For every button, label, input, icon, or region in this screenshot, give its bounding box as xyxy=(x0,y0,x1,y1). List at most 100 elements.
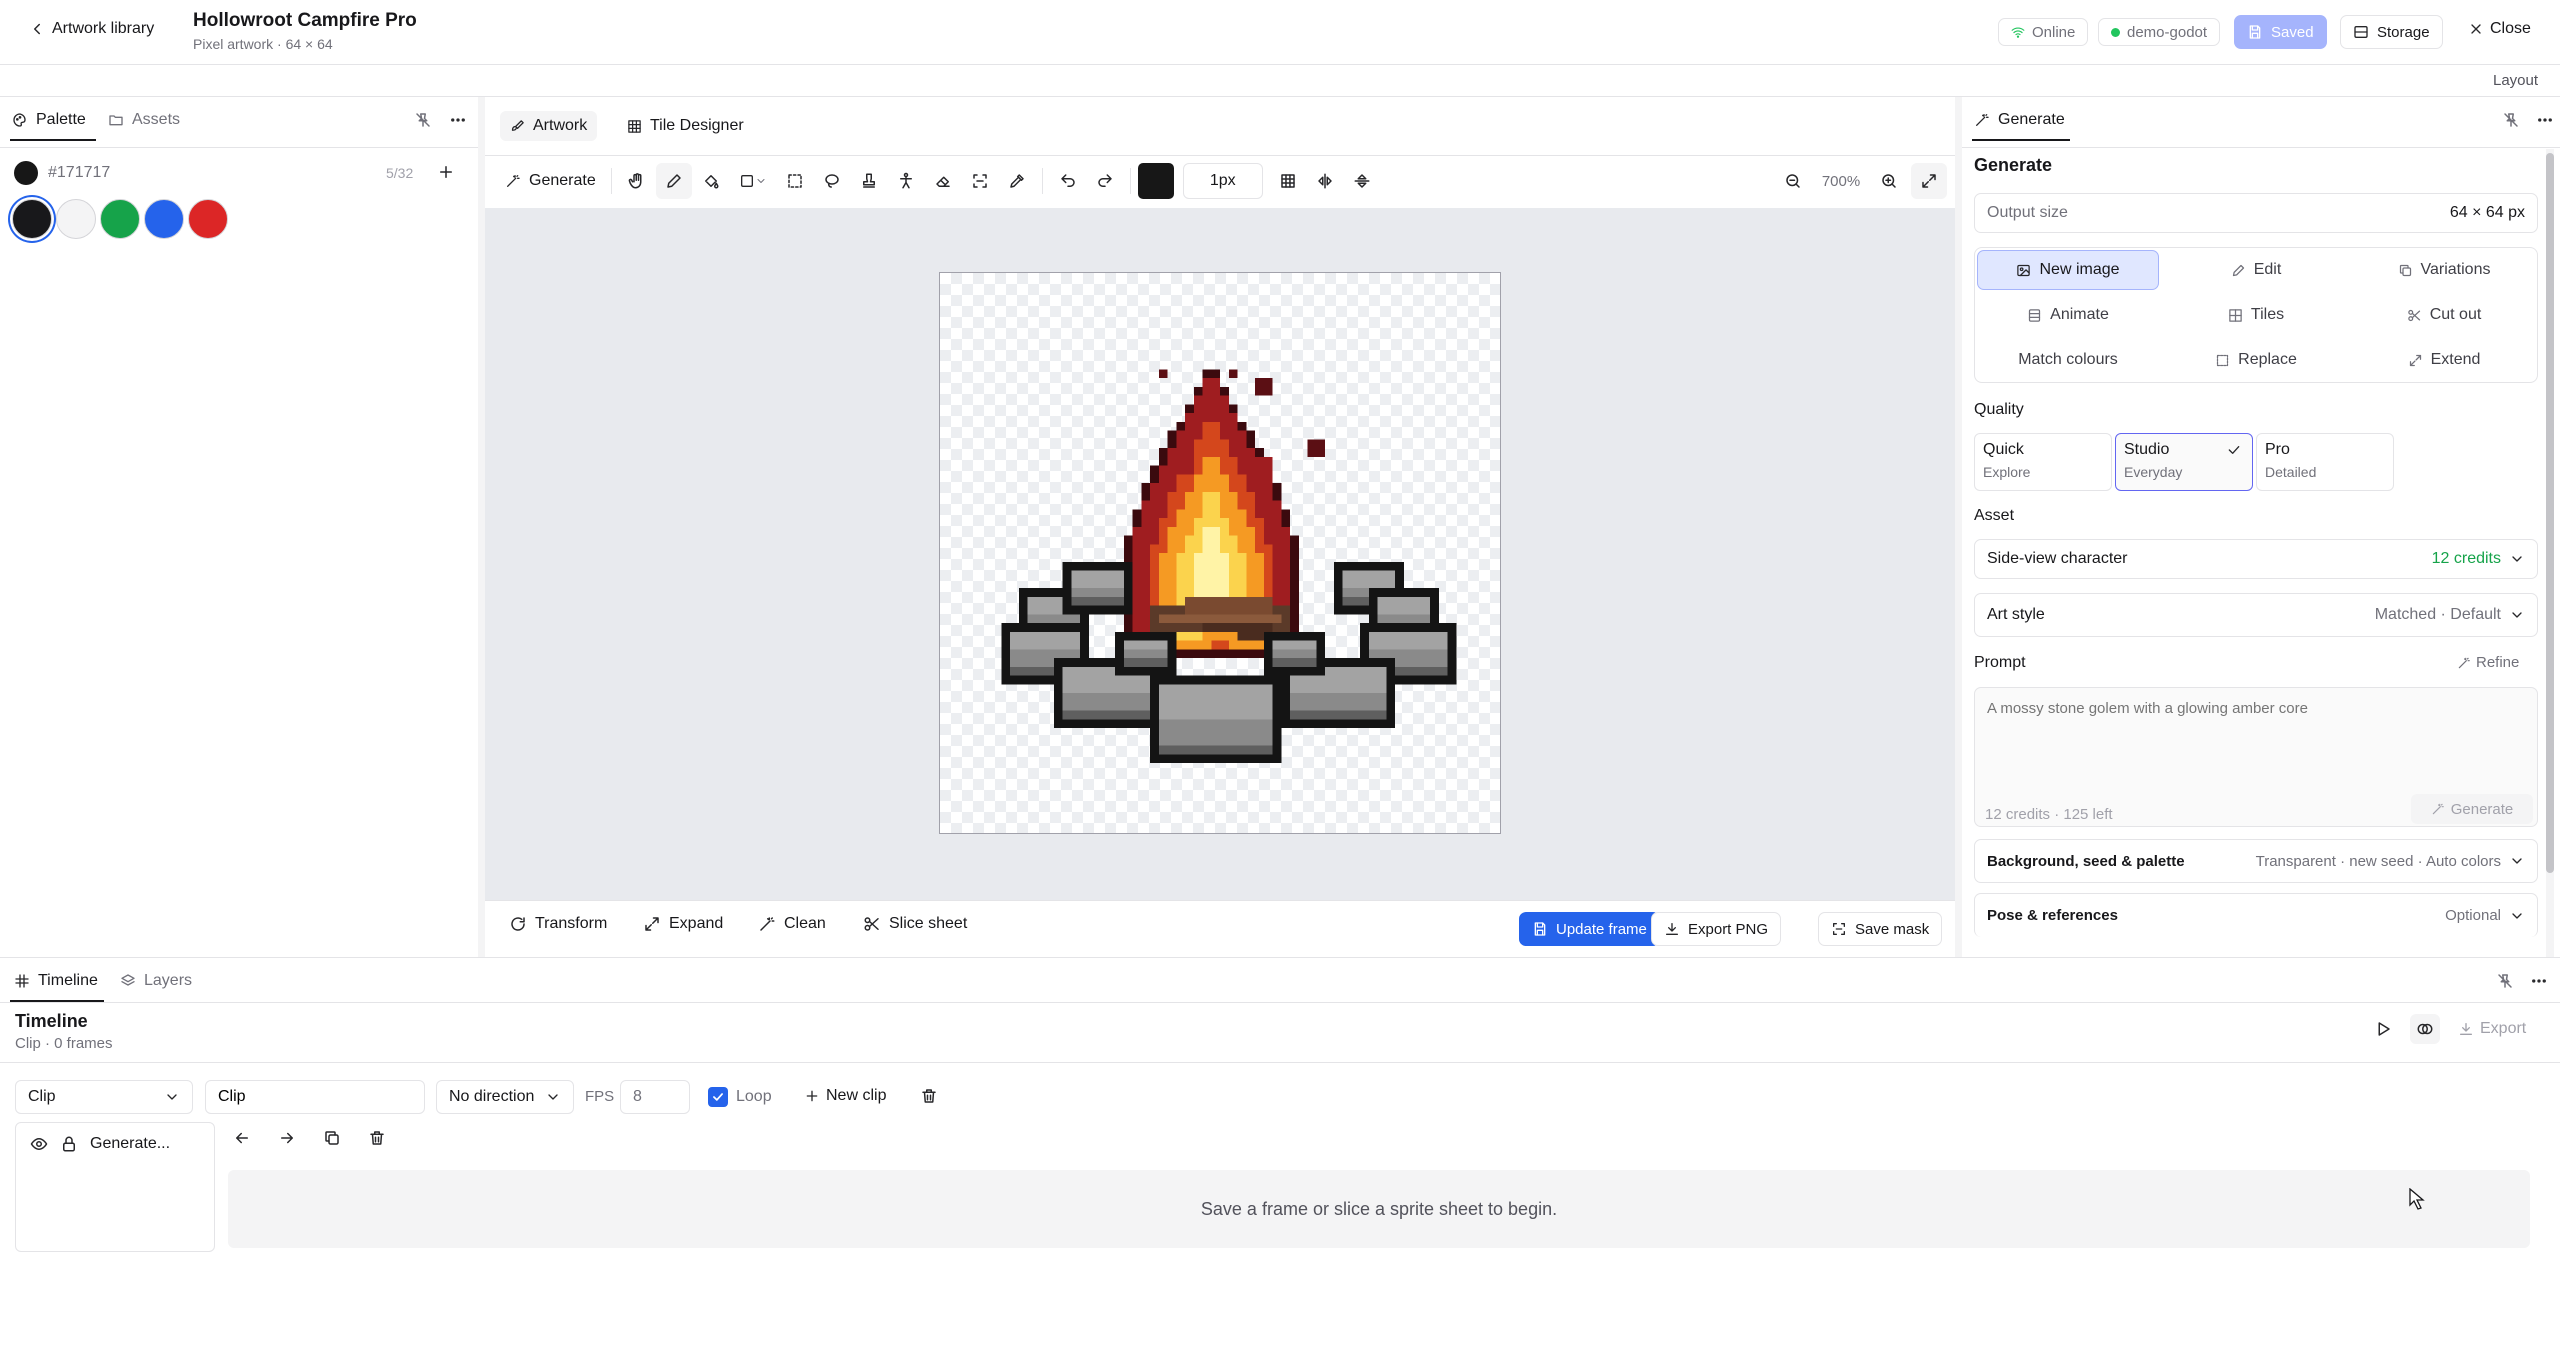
arrow-right-icon[interactable] xyxy=(278,1129,296,1147)
zoom-in-button[interactable] xyxy=(1871,163,1907,199)
eye-icon[interactable] xyxy=(30,1135,48,1153)
transform-button[interactable]: Transform xyxy=(509,915,607,933)
clip-select[interactable]: Clip xyxy=(15,1080,193,1114)
export-png-button[interactable]: Export PNG xyxy=(1651,912,1782,946)
tab-layers[interactable]: Layers xyxy=(120,972,192,990)
panel-scrollbar[interactable] xyxy=(2546,149,2554,957)
quality-pro[interactable]: Pro Detailed xyxy=(2256,433,2394,491)
tab-generate[interactable]: Generate xyxy=(1974,111,2065,129)
eraser-tool[interactable] xyxy=(925,163,961,199)
play-icon[interactable] xyxy=(2374,1020,2392,1038)
swatch-red[interactable] xyxy=(188,199,228,239)
mode-animate[interactable]: Animate xyxy=(1977,295,2159,335)
mode-replace[interactable]: Replace xyxy=(2165,340,2347,380)
splitter-right[interactable] xyxy=(1955,97,1962,957)
mode-extend[interactable]: Extend xyxy=(2353,340,2535,380)
quality-quick[interactable]: Quick Explore xyxy=(1974,433,2112,491)
tab-assets[interactable]: Assets xyxy=(108,111,180,129)
pixel-canvas[interactable] xyxy=(939,272,1501,834)
shape-tool[interactable] xyxy=(730,163,776,199)
artwork-library-link[interactable]: Artwork library xyxy=(28,20,154,38)
pencil-tool[interactable] xyxy=(655,163,692,199)
undo-button[interactable] xyxy=(1050,163,1086,199)
generate-button[interactable]: Generate xyxy=(2411,794,2533,824)
output-size-field[interactable]: Output size 64 × 64 px xyxy=(1974,193,2538,233)
swatch-white[interactable] xyxy=(56,199,96,239)
quality-studio[interactable]: Studio Everyday xyxy=(2115,433,2253,491)
unpin-icon[interactable] xyxy=(414,111,432,129)
tab-artwork[interactable]: Artwork xyxy=(500,111,598,141)
refine-button[interactable]: Refine xyxy=(2457,654,2519,671)
swatch-green[interactable] xyxy=(100,199,140,239)
add-color-icon[interactable] xyxy=(437,163,455,181)
swatch-blue[interactable] xyxy=(144,199,184,239)
asset-select[interactable]: Side-view character 12 credits xyxy=(1974,539,2538,579)
save-mask-button[interactable]: Save mask xyxy=(1818,912,1943,946)
tab-tile-designer[interactable]: Tile Designer xyxy=(627,117,744,135)
generate-tool-button[interactable]: Generate xyxy=(497,163,604,199)
clean-button[interactable]: Clean xyxy=(758,915,826,933)
mirror-vertical-toggle[interactable] xyxy=(1344,163,1380,199)
hand-tool[interactable] xyxy=(619,163,655,199)
loop-checkbox[interactable]: Loop xyxy=(708,1087,772,1107)
fps-input[interactable] xyxy=(620,1080,690,1114)
asset-label: Asset xyxy=(1974,507,2015,524)
background-options[interactable]: Background, seed & palette Transparent ·… xyxy=(1974,839,2538,883)
unpin-icon[interactable] xyxy=(2496,972,2514,990)
duplicate-icon[interactable] xyxy=(323,1129,341,1147)
trash-icon[interactable] xyxy=(368,1129,386,1147)
mode-new-image[interactable]: New image xyxy=(1977,250,2159,290)
arrow-left-icon[interactable] xyxy=(233,1129,251,1147)
prompt-input[interactable] xyxy=(1975,688,2537,786)
art-style-select[interactable]: Art style Matched · Default xyxy=(1974,593,2538,637)
direction-select[interactable]: No direction xyxy=(436,1080,574,1114)
brush-size-field[interactable]: 1px xyxy=(1182,163,1263,199)
mode-variations[interactable]: Variations xyxy=(2353,250,2535,290)
lock-icon[interactable] xyxy=(60,1135,78,1153)
pose-references-options[interactable]: Pose & references Optional xyxy=(1974,893,2538,937)
new-clip-button[interactable]: New clip xyxy=(804,1087,886,1105)
storage-button[interactable]: Storage xyxy=(2340,15,2443,49)
fit-view-button[interactable] xyxy=(1911,163,1947,199)
lasso-tool[interactable] xyxy=(814,163,850,199)
grid-toggle[interactable] xyxy=(1270,163,1306,199)
more-icon[interactable] xyxy=(2530,972,2548,990)
timeline-export-button[interactable]: Export xyxy=(2458,1020,2526,1038)
mirror-horizontal-toggle[interactable] xyxy=(1307,163,1343,199)
mode-cut-out[interactable]: Cut out xyxy=(2353,295,2535,335)
saved-button[interactable]: Saved xyxy=(2234,15,2327,49)
layout-menu[interactable]: Layout xyxy=(2493,72,2538,89)
onion-skin-icon xyxy=(2417,1023,2433,1035)
crop-tool[interactable] xyxy=(962,163,998,199)
mode-match-colours[interactable]: Match colours xyxy=(1977,340,2159,380)
splitter-left[interactable] xyxy=(478,97,485,957)
close-button[interactable]: Close xyxy=(2468,20,2531,38)
swatch-black[interactable] xyxy=(12,199,52,239)
onion-skin-toggle[interactable] xyxy=(2410,1014,2440,1044)
more-icon[interactable] xyxy=(449,111,467,129)
pencil-icon xyxy=(666,174,681,188)
select-tool[interactable] xyxy=(777,163,813,199)
expand-button[interactable]: Expand xyxy=(643,915,723,933)
stamp-tool[interactable] xyxy=(851,163,887,199)
mode-edit[interactable]: Edit xyxy=(2165,250,2347,290)
layer-row[interactable]: Generate... xyxy=(30,1135,170,1153)
more-icon[interactable] xyxy=(2536,111,2554,129)
active-color-swatch[interactable] xyxy=(1137,163,1174,199)
mode-tiles[interactable]: Tiles xyxy=(2165,295,2347,335)
figure-icon xyxy=(899,172,912,189)
tab-timeline[interactable]: Timeline xyxy=(14,972,98,990)
trash-icon[interactable] xyxy=(920,1087,938,1105)
redo-button[interactable] xyxy=(1087,163,1123,199)
unpin-icon[interactable] xyxy=(2502,111,2520,129)
update-frame-button[interactable]: Update frame xyxy=(1519,912,1660,946)
current-color[interactable]: #171717 xyxy=(14,161,110,185)
slice-sheet-button[interactable]: Slice sheet xyxy=(863,915,967,933)
eyedropper-tool[interactable] xyxy=(999,163,1035,199)
tab-palette[interactable]: Palette xyxy=(12,111,86,129)
zoom-out-button[interactable] xyxy=(1775,163,1811,199)
puppet-tool[interactable] xyxy=(888,163,924,199)
clip-name-input[interactable] xyxy=(205,1080,425,1114)
expand-icon xyxy=(645,917,659,931)
fill-tool[interactable] xyxy=(693,163,729,199)
